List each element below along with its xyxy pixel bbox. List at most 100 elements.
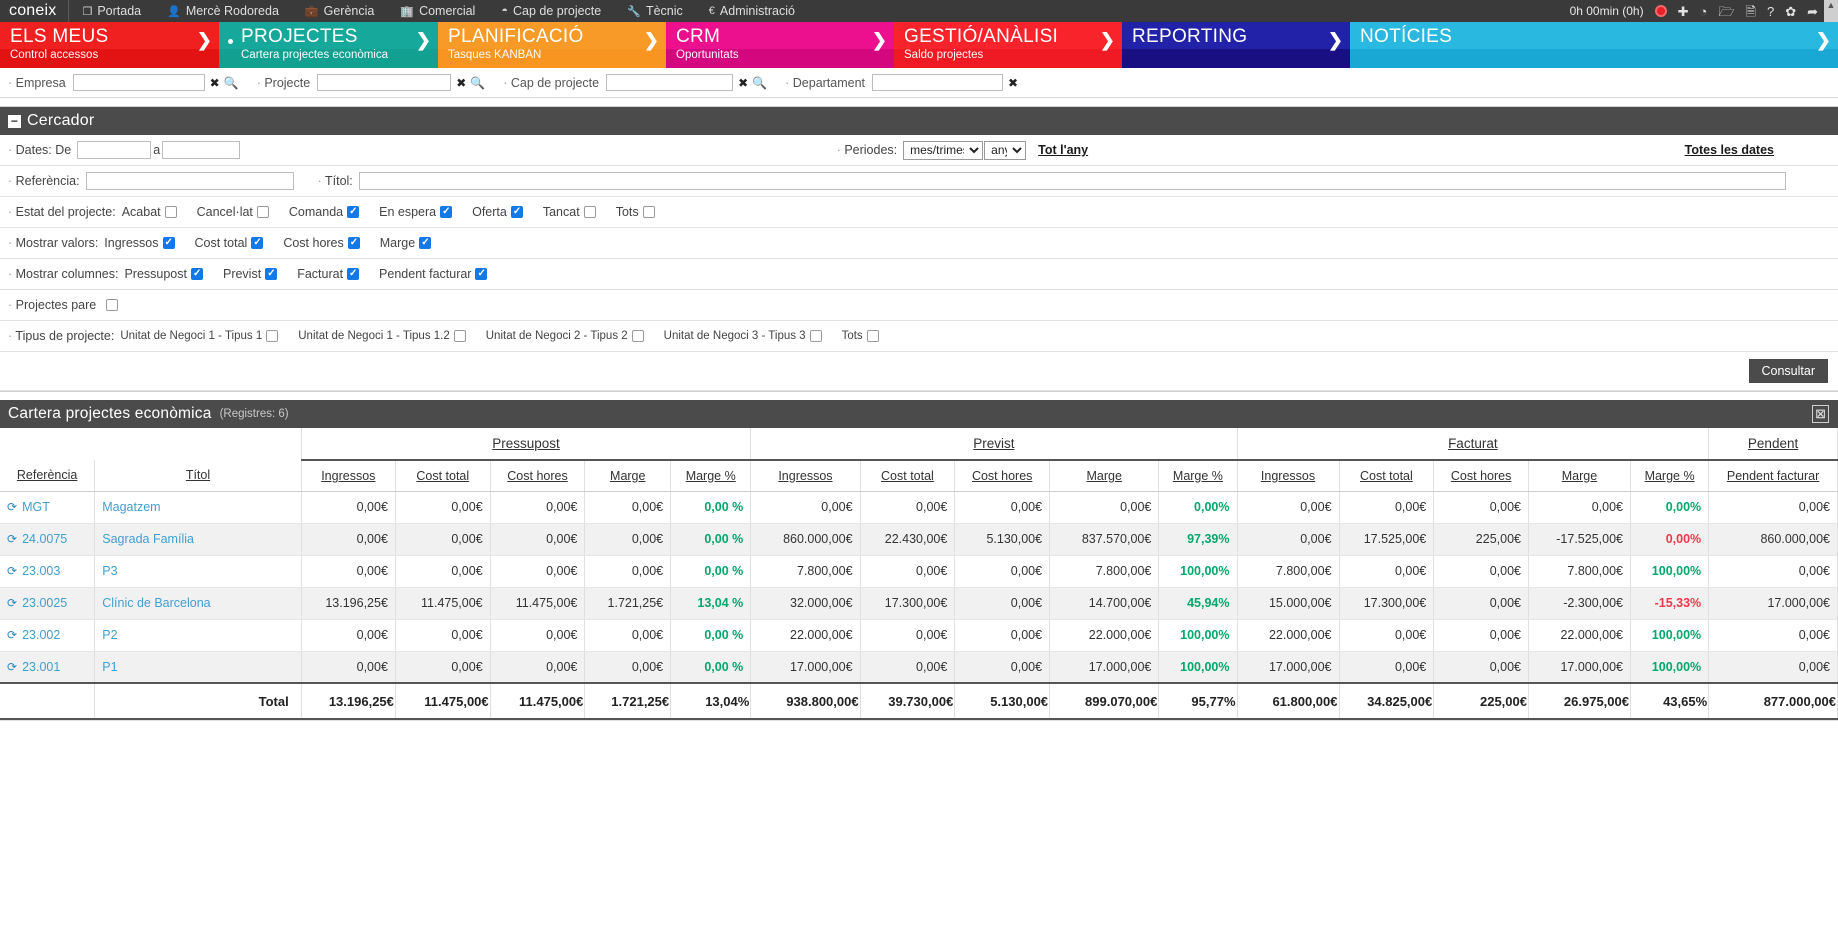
tab-planificaci-[interactable]: PLANIFICACIÓ Tasques KANBAN ❯	[438, 22, 666, 68]
topnav-item-administraci-[interactable]: € Administració	[696, 0, 808, 22]
columnes-checkbox[interactable]	[475, 267, 488, 280]
table-row[interactable]: ⟳ 23.0025 Clínic de Barcelona 13.196,25€ 11.…	[0, 587, 1838, 620]
cell-referencia[interactable]: ⟳ 23.002	[0, 619, 96, 652]
projecte-input[interactable]	[317, 74, 452, 91]
estat-checkbox[interactable]	[583, 206, 596, 218]
columnes-checkbox[interactable]	[190, 267, 203, 280]
projecte-search-icon[interactable]: 🔍	[470, 76, 485, 90]
tipus-checkbox[interactable]	[631, 330, 644, 342]
periode-year-select[interactable]: any	[984, 140, 1027, 160]
column-header-1[interactable]: Títol	[94, 460, 302, 492]
cell-titol[interactable]: Clínic de Barcelona	[94, 587, 302, 620]
column-header-9[interactable]: Cost hores	[954, 460, 1051, 492]
tab-projectes[interactable]: PROJECTES Cartera projectes econòmica ❯	[219, 22, 438, 68]
sync-icon[interactable]: ⟳	[7, 532, 17, 546]
column-header-4[interactable]: Cost hores	[490, 460, 586, 492]
tipus-checkbox[interactable]	[453, 330, 466, 342]
date-to-input[interactable]	[162, 141, 241, 159]
titol-input[interactable]	[358, 172, 1786, 190]
periode-granularity-select[interactable]: mes/trimestre	[903, 140, 984, 160]
column-header-15[interactable]: Marge	[1528, 460, 1632, 492]
sync-icon[interactable]: ⟳	[7, 596, 17, 610]
column-header-13[interactable]: Cost total	[1339, 460, 1435, 492]
topnav-item-merc-rodoreda[interactable]: 👤 Mercè Rodoreda	[154, 0, 292, 22]
estat-checkbox[interactable]	[510, 205, 523, 218]
empresa-clear-icon[interactable]: ✖	[210, 76, 220, 90]
table-row[interactable]: ⟳ 23.002 P2 0,00€ 0,00€ 0,00€ 0,00€ 0,00 % 22.00…	[0, 619, 1838, 652]
sync-icon[interactable]: ⟳	[7, 660, 17, 674]
document-icon[interactable]: 🗎	[1746, 5, 1756, 18]
valors-checkbox[interactable]	[251, 236, 264, 249]
columnes-checkbox[interactable]	[265, 267, 278, 280]
topnav-item-comercial[interactable]: 🏢 Comercial	[387, 0, 488, 22]
column-header-17[interactable]: Pendent facturar	[1708, 460, 1838, 492]
cell-referencia[interactable]: ⟳ MGT	[0, 491, 96, 524]
estat-checkbox[interactable]	[642, 206, 655, 218]
table-row[interactable]: ⟳ 24.0075 Sagrada Família 0,00€ 0,00€ 0,00€ 0,…	[0, 523, 1838, 556]
column-header-8[interactable]: Cost total	[860, 460, 956, 492]
cell-referencia[interactable]: ⟳ 23.0025	[0, 587, 96, 620]
date-from-input[interactable]	[77, 141, 152, 159]
estat-checkbox[interactable]	[256, 206, 269, 218]
gear-icon[interactable]: ✿	[1785, 5, 1796, 18]
tipus-checkbox[interactable]	[266, 330, 279, 342]
column-header-3[interactable]: Cost total	[395, 460, 491, 492]
folder-icon[interactable]: 🗁	[1718, 5, 1734, 18]
tab-reporting[interactable]: REPORTING ❯	[1122, 22, 1350, 68]
column-header-14[interactable]: Cost hores	[1433, 460, 1529, 492]
help-icon[interactable]: ?	[1767, 5, 1774, 18]
cap-de-projecte-input[interactable]	[606, 74, 734, 91]
sync-icon[interactable]: ⟳	[7, 564, 17, 578]
cell-titol[interactable]: Magatzem	[94, 491, 302, 524]
cell-referencia[interactable]: ⟳ 23.003	[0, 555, 96, 588]
cell-referencia[interactable]: ⟳ 23.001	[0, 651, 96, 684]
tipus-checkbox[interactable]	[809, 330, 822, 342]
table-row[interactable]: ⟳ MGT Magatzem 0,00€ 0,00€ 0,00€ 0,00€ 0,00 % 0,…	[0, 491, 1838, 524]
empresa-search-icon[interactable]: 🔍	[224, 76, 239, 90]
projecte-clear-icon[interactable]: ✖	[456, 76, 466, 90]
table-row[interactable]: ⟳ 23.003 P3 0,00€ 0,00€ 0,00€ 0,00€ 0,00 % 7.800…	[0, 555, 1838, 588]
column-header-12[interactable]: Ingressos	[1237, 460, 1340, 492]
estat-checkbox[interactable]	[440, 205, 453, 218]
cell-titol[interactable]: Sagrada Família	[94, 523, 302, 556]
referencia-input[interactable]	[85, 172, 294, 190]
plus-icon[interactable]: ✚	[1678, 5, 1689, 18]
sync-icon[interactable]: ⟳	[7, 628, 17, 642]
column-header-7[interactable]: Ingressos	[750, 460, 861, 492]
columnes-checkbox[interactable]	[347, 267, 360, 280]
tab-els-meus[interactable]: ELS MEUS Control accessos ❯	[0, 22, 219, 68]
cell-titol[interactable]: P3	[94, 555, 302, 588]
column-header-0[interactable]: Referència	[0, 460, 96, 492]
totes-les-dates-link[interactable]: Totes les dates	[1685, 143, 1774, 157]
valors-checkbox[interactable]	[347, 236, 360, 249]
cell-titol[interactable]: P1	[94, 651, 302, 684]
cell-titol[interactable]: P2	[94, 619, 302, 652]
consultar-button[interactable]: Consultar	[1748, 359, 1828, 383]
app-logo[interactable]: coneix	[0, 2, 68, 20]
departament-input[interactable]	[872, 74, 1004, 91]
sync-icon[interactable]: ⟳	[7, 500, 17, 514]
column-header-16[interactable]: Marge %	[1630, 460, 1710, 492]
scrollbar-up-arrow[interactable]: ▲	[1824, 0, 1838, 22]
empresa-input[interactable]	[72, 74, 205, 91]
tab-not-cies[interactable]: NOTÍCIES ❯	[1350, 22, 1838, 68]
table-row[interactable]: ⟳ 23.001 P1 0,00€ 0,00€ 0,00€ 0,00€ 0,00 % 17.00…	[0, 651, 1838, 684]
valors-checkbox[interactable]	[419, 236, 432, 249]
estat-checkbox[interactable]	[347, 205, 360, 218]
topnav-item-portada[interactable]: ❐ Portada	[69, 0, 154, 22]
export-icon[interactable]: ⊠	[1812, 405, 1829, 423]
cap-de-projecte-search-icon[interactable]: 🔍	[752, 76, 767, 90]
column-header-11[interactable]: Marge %	[1158, 460, 1238, 492]
collapse-icon[interactable]: −	[8, 114, 21, 128]
column-header-6[interactable]: Marge %	[670, 460, 752, 492]
logout-icon[interactable]: ➦	[1807, 5, 1818, 18]
column-header-2[interactable]: Ingressos	[301, 460, 396, 492]
valors-checkbox[interactable]	[162, 236, 175, 249]
cap-de-projecte-clear-icon[interactable]: ✖	[738, 76, 748, 90]
cell-referencia[interactable]: ⟳ 24.0075	[0, 523, 96, 556]
estat-checkbox[interactable]	[164, 206, 177, 218]
tab-gesti-an-lisi[interactable]: GESTIÓ/ANÀLISI Saldo projectes ❯	[894, 22, 1122, 68]
topnav-item-cap-de-projecte[interactable]: ◓ Cap de projecte	[488, 0, 614, 22]
departament-clear-icon[interactable]: ✖	[1008, 76, 1018, 90]
projectes-pare-checkbox[interactable]	[106, 299, 119, 311]
